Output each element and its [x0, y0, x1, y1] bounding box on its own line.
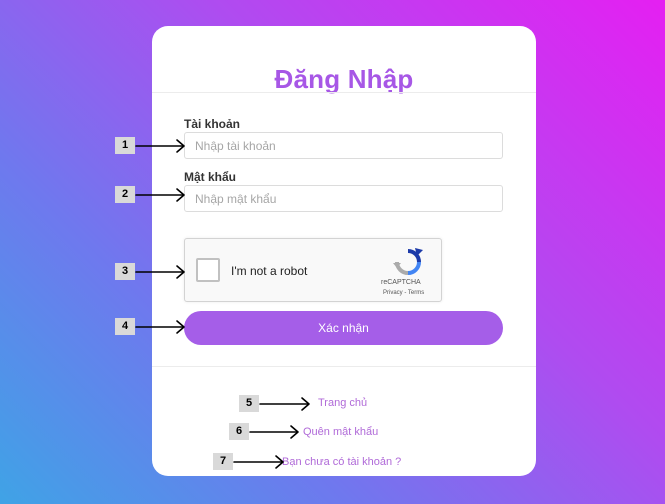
recaptcha-checkbox[interactable]: [196, 258, 220, 282]
recaptcha-widget: I'm not a robot reCAPTCHA Privacy - Term…: [184, 238, 442, 302]
recaptcha-terms-link[interactable]: Privacy - Terms: [383, 290, 424, 296]
recaptcha-label: I'm not a robot: [231, 264, 308, 278]
annotation-marker-4: 4: [115, 318, 135, 335]
home-link[interactable]: Trang chủ: [318, 397, 367, 409]
submit-button[interactable]: Xác nhận: [184, 311, 503, 345]
password-label: Mật khẩu: [184, 170, 237, 184]
recaptcha-brand: reCAPTCHA: [381, 279, 421, 286]
footer-divider: [152, 366, 536, 367]
annotation-marker-2: 2: [115, 186, 135, 203]
recaptcha-logo-icon: [393, 248, 423, 275]
annotation-marker-7: 7: [213, 453, 233, 470]
username-label: Tài khoản: [184, 117, 241, 131]
password-input[interactable]: [184, 185, 503, 212]
annotation-marker-1: 1: [115, 137, 135, 154]
annotation-marker-3: 3: [115, 263, 135, 280]
header-divider: [152, 92, 536, 93]
forgot-password-link[interactable]: Quên mật khẩu: [303, 426, 378, 438]
login-card: Đăng Nhập Tài khoản Mật khẩu I'm not a r…: [152, 26, 536, 476]
annotation-marker-5: 5: [239, 395, 259, 412]
register-link[interactable]: Bạn chưa có tài khoản ?: [282, 456, 401, 468]
login-title: Đăng Nhập: [274, 64, 414, 94]
username-input[interactable]: [184, 132, 503, 159]
annotation-marker-6: 6: [229, 423, 249, 440]
